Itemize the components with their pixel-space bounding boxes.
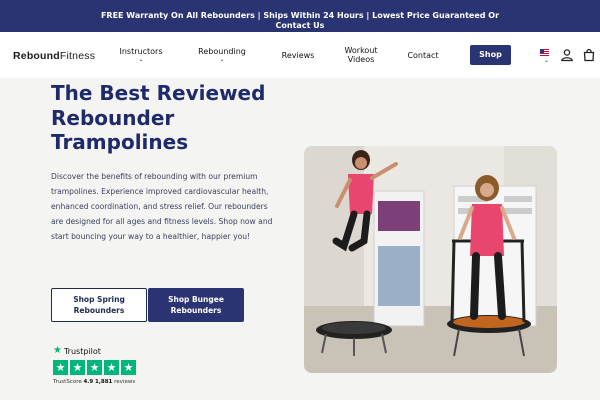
trustpilot-star-icon: ★ — [53, 360, 68, 375]
trustpilot-brand: Trustpilot — [63, 346, 101, 356]
shop-bungee-rebounders-button[interactable]: Shop Bungee Rebounders — [148, 288, 244, 322]
trustscore-reviews-count: 1,881 — [94, 379, 113, 385]
trustpilot-score[interactable]: TrustScore 4.9 1,881 reviews — [53, 379, 135, 385]
hero-title-line3: Trampolines — [51, 130, 189, 154]
chevron-down-icon: ⌄ — [219, 56, 225, 63]
spring-button-line1: Shop Spring — [73, 295, 125, 304]
chevron-down-icon: ⌄ — [138, 56, 144, 63]
nav-workout-videos[interactable]: Workout Videos — [337, 32, 385, 78]
chevron-down-icon[interactable]: ⌄ — [544, 57, 549, 64]
hero-description: Discover the benefits of rebounding with… — [51, 172, 273, 241]
nav-workout-videos-line1: Workout — [344, 46, 378, 55]
trustscore-value: 4.9 — [83, 379, 94, 385]
trustpilot-star-icon: ★ — [121, 360, 136, 375]
nav-contact[interactable]: Contact — [402, 32, 444, 78]
bungee-button-line2: Rebounders — [170, 306, 222, 315]
trustscore-label: TrustScore — [53, 379, 82, 385]
bungee-button-line1: Shop Bungee — [168, 295, 224, 304]
trustpilot-rating-stars: ★ ★ ★ ★ ★ — [53, 360, 136, 375]
trustpilot-star-icon: ★ — [53, 345, 62, 356]
hero-title: The Best Reviewed Rebounder Trampolines — [51, 81, 281, 155]
logo-bold: Rebound — [13, 50, 60, 62]
logo-light: Fitness — [59, 50, 96, 62]
hero-photo-illustration — [304, 146, 557, 373]
shopping-bag-icon[interactable] — [582, 48, 596, 62]
nav-instructors[interactable]: Instructors ⌄ — [112, 32, 170, 78]
nav-reviews-label: Reviews — [281, 50, 315, 60]
user-icon[interactable] — [560, 48, 574, 62]
nav-workout-videos-line2: Videos — [347, 55, 375, 64]
shop-button[interactable]: Shop — [470, 45, 511, 65]
hero-image — [304, 146, 557, 373]
hero-title-line2: Rebounder — [51, 105, 175, 130]
announcement-text: FREE Warranty On All Rebounders | Ships … — [100, 11, 500, 30]
nav-rebounding[interactable]: Rebounding ⌄ — [191, 32, 253, 78]
spring-button-line2: Rebounders — [73, 306, 125, 315]
site-logo[interactable]: ReboundFitness — [13, 50, 95, 62]
nav-reviews[interactable]: Reviews — [276, 32, 320, 78]
nav-instructors-label: Instructors — [119, 47, 163, 56]
nav-rebounding-label: Rebounding — [198, 47, 246, 56]
trustpilot-star-icon: ★ — [104, 360, 119, 375]
trustpilot-star-icon: ★ — [70, 360, 85, 375]
main-nav: ReboundFitness Instructors ⌄ Rebounding … — [0, 32, 600, 78]
trustpilot-logo[interactable]: ★ Trustpilot — [53, 346, 101, 356]
flag-icon[interactable] — [540, 49, 549, 56]
hero-title-line1: The Best Reviewed — [51, 81, 266, 105]
trustpilot-star-icon: ★ — [87, 360, 102, 375]
shop-spring-rebounders-button[interactable]: Shop Spring Rebounders — [51, 288, 147, 322]
trustscore-reviews-label: reviews — [114, 379, 136, 385]
nav-contact-label: Contact — [407, 50, 439, 60]
announcement-bar: FREE Warranty On All Rebounders | Ships … — [0, 0, 600, 32]
